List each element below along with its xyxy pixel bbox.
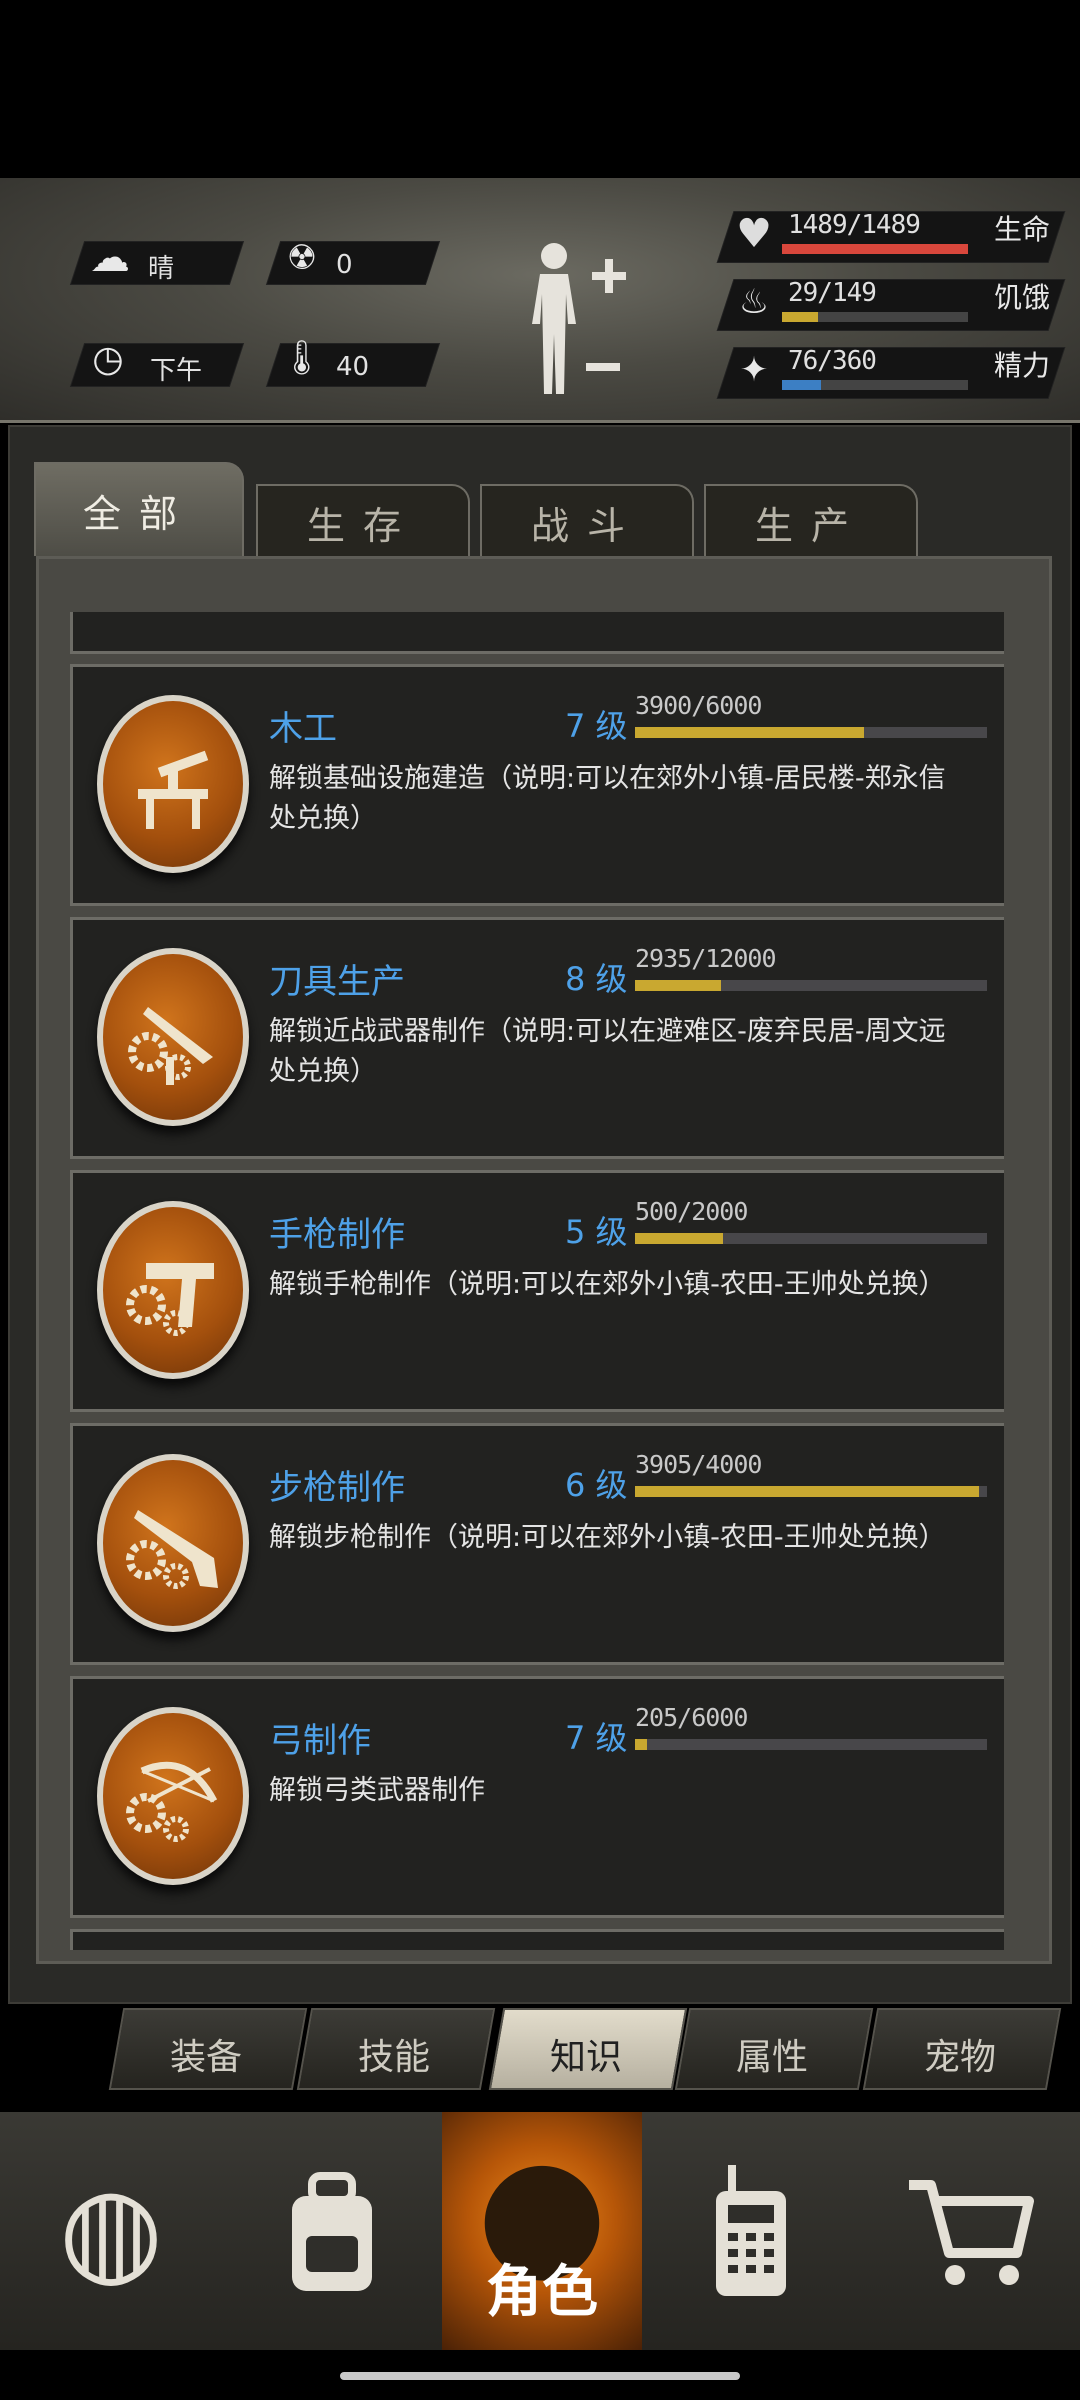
cloud-sun-icon: ☁	[90, 235, 130, 281]
knowledge-desc: 解锁步枪制作（说明:可以在郊外小镇-农田-王帅处兑换）	[269, 1522, 946, 1553]
knowledge-progress-bar	[635, 1233, 987, 1244]
knowledge-progress-fill	[635, 1486, 979, 1497]
character-subtabs: 装备 技能 知识 属性 宠物	[0, 2002, 1080, 2092]
list-item-partial	[70, 1929, 1004, 1950]
health-bar	[782, 244, 968, 254]
nav-map[interactable]: ◍	[0, 2112, 224, 2350]
health-bar-fill	[782, 244, 968, 254]
knowledge-level: 7 级	[565, 707, 628, 745]
bow-icon	[97, 1707, 249, 1885]
thermometer-icon: 🌡	[280, 338, 324, 378]
knowledge-title: 木工	[269, 709, 337, 749]
knowledge-progress-bar	[635, 1739, 987, 1750]
knowledge-item-knife-production[interactable]: 刀具生产 8 级 2935/12000 解锁近战武器制作（说明:可以在避难区-废…	[70, 917, 1004, 1159]
radiation-icon: ☢	[286, 238, 318, 278]
walkie-talkie-icon	[716, 2165, 786, 2296]
heart-icon: ♥	[736, 211, 772, 257]
knowledge-progress-bar	[635, 1486, 987, 1497]
knowledge-xp: 500/2000	[635, 1197, 748, 1226]
nav-shop[interactable]	[860, 2112, 1080, 2350]
knowledge-xp: 3900/6000	[635, 691, 762, 720]
brain-icon: ✦	[739, 350, 769, 390]
knowledge-xp: 2935/12000	[635, 944, 777, 973]
hunger-bar	[782, 312, 968, 322]
energy-label: 精力	[994, 349, 1051, 382]
knowledge-progress-fill	[635, 727, 864, 738]
health-value: 1489/1489	[788, 210, 921, 240]
subtab-attributes-label: 属性	[735, 2037, 808, 2078]
stomach-icon: ♨	[738, 282, 770, 322]
nav-radio[interactable]	[642, 2112, 862, 2350]
backpack-icon	[292, 2172, 372, 2291]
bottom-nav: ◍ ● 角色	[0, 2112, 1080, 2350]
knowledge-progress-bar	[635, 727, 987, 738]
knowledge-progress-fill	[635, 980, 722, 991]
knife-icon	[97, 948, 249, 1126]
knowledge-level: 6 级	[565, 1466, 628, 1504]
weather-text: 晴	[148, 254, 175, 284]
nav-backpack[interactable]	[222, 2112, 444, 2350]
hunger-value: 29/149	[788, 278, 877, 308]
tab-production[interactable]: 生产	[704, 484, 918, 558]
nav-character[interactable]: ● 角色	[442, 2112, 644, 2350]
knowledge-desc: 解锁近战武器制作（说明:可以在避难区-废弃民居-周文远处兑换）	[269, 1016, 946, 1087]
rifle-icon	[97, 1454, 249, 1632]
knowledge-title: 步枪制作	[269, 1468, 405, 1508]
radiation-value: 0	[336, 250, 353, 280]
energy-value: 76/360	[788, 346, 877, 376]
knowledge-item-bow-crafting[interactable]: 弓制作 7 级 205/6000 解锁弓类武器制作	[70, 1676, 1004, 1918]
subtab-equipment-label: 装备	[169, 2037, 242, 2078]
cart-icon	[909, 2180, 1034, 2285]
knowledge-progress-bar	[635, 980, 987, 991]
knowledge-level: 5 级	[565, 1213, 628, 1251]
knowledge-desc: 解锁手枪制作（说明:可以在郊外小镇-农田-王帅处兑换）	[269, 1269, 946, 1300]
knowledge-xp: 205/6000	[635, 1703, 748, 1732]
health-label: 生命	[994, 213, 1051, 246]
knowledge-item-pistol-crafting[interactable]: 手枪制作 5 级 500/2000 解锁手枪制作（说明:可以在郊外小镇-农田-王…	[70, 1170, 1004, 1412]
tab-all[interactable]: 全部	[34, 462, 244, 556]
clock-icon: ◷	[92, 339, 124, 380]
home-indicator[interactable]	[340, 2372, 740, 2380]
knowledge-level: 8 级	[565, 960, 628, 998]
knowledge-title: 弓制作	[269, 1721, 371, 1761]
pistol-icon	[97, 1201, 249, 1379]
knowledge-progress-fill	[635, 1739, 647, 1750]
hunger-label: 饥饿	[994, 281, 1051, 314]
subtab-pets-label: 宠物	[923, 2037, 996, 2078]
tab-survival[interactable]: 生存	[256, 484, 470, 558]
globe-icon: ◍	[58, 2161, 164, 2300]
hunger-bar-fill	[782, 312, 819, 322]
body-figure-icon[interactable]	[520, 238, 630, 408]
temperature-value: 40	[336, 352, 370, 382]
status-header: ☁ 晴 ☢ 0 ◷ 下午 🌡 40 ♥ 1489/1489 生命 ♨ 29/14…	[0, 178, 1080, 423]
knowledge-title: 手枪制作	[269, 1215, 405, 1255]
knowledge-list[interactable]: 木工 7 级 3900/6000 解锁基础设施建造（说明:可以在郊外小镇-居民楼…	[66, 612, 1004, 1950]
knowledge-level: 7 级	[565, 1719, 628, 1757]
knowledge-progress-fill	[635, 1233, 723, 1244]
subtab-skills-label: 技能	[357, 2037, 430, 2078]
knowledge-item-carpentry[interactable]: 木工 7 级 3900/6000 解锁基础设施建造（说明:可以在郊外小镇-居民楼…	[70, 664, 1004, 906]
tab-combat[interactable]: 战斗	[480, 484, 694, 558]
knowledge-xp: 3905/4000	[635, 1450, 762, 1479]
list-item-partial	[70, 612, 1004, 654]
carpentry-icon	[97, 695, 249, 873]
knowledge-title: 刀具生产	[269, 962, 405, 1002]
energy-bar-fill	[782, 380, 822, 390]
nav-character-label: 角色	[486, 2260, 598, 2325]
subtab-knowledge-label: 知识	[549, 2037, 622, 2078]
time-of-day: 下午	[150, 356, 203, 386]
energy-bar	[782, 380, 968, 390]
knowledge-desc: 解锁基础设施建造（说明:可以在郊外小镇-居民楼-郑永信处兑换）	[269, 763, 946, 834]
knowledge-item-rifle-crafting[interactable]: 步枪制作 6 级 3905/4000 解锁步枪制作（说明:可以在郊外小镇-农田-…	[70, 1423, 1004, 1665]
knowledge-desc: 解锁弓类武器制作	[269, 1775, 485, 1806]
